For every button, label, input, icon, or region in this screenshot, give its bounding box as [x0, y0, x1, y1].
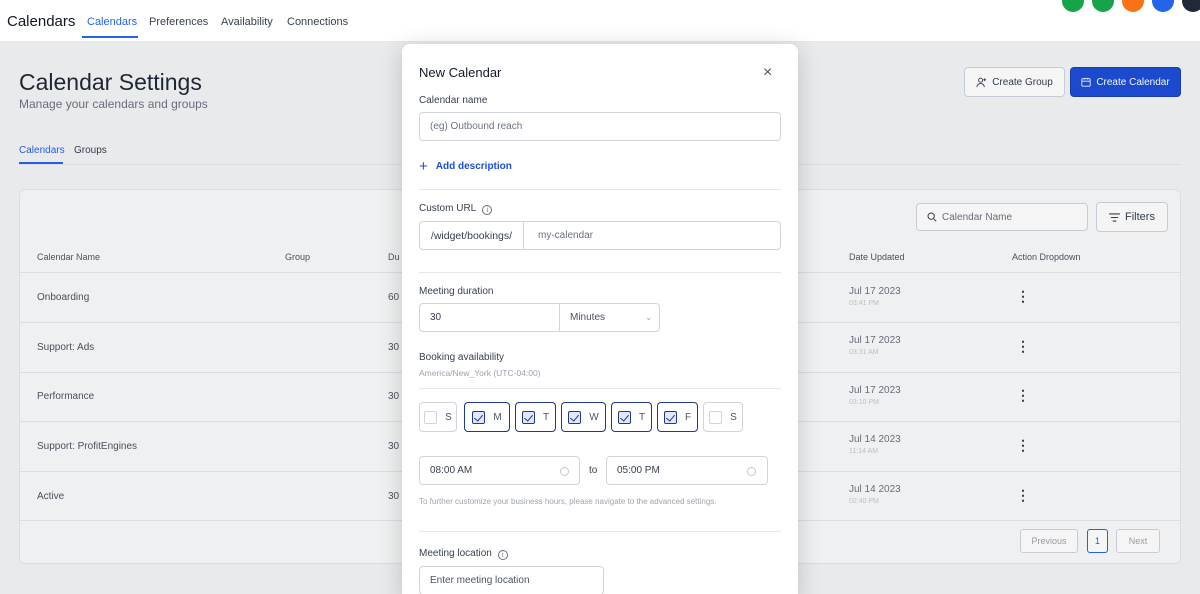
day-toggle-thursday[interactable]: T [611, 402, 652, 432]
section-divider [419, 272, 781, 273]
checkbox [424, 410, 438, 424]
day-letter: W [589, 411, 599, 423]
plus-icon: + [419, 158, 428, 175]
meeting-location-label: Meeting location i [419, 548, 508, 560]
checkbox [709, 410, 723, 424]
day-letter: F [684, 411, 692, 423]
new-calendar-modal: New Calendar × Calendar name (eg) Outbou… [402, 44, 798, 594]
checkbox [521, 410, 535, 424]
app-title: Calendars [7, 13, 76, 30]
duration-label: Meeting duration [419, 286, 494, 297]
calendar-name-label: Calendar name [419, 95, 488, 106]
start-time-value: 08:00 AM [430, 465, 473, 476]
avatar[interactable] [1062, 0, 1084, 12]
tab-connections[interactable]: Connections [287, 16, 348, 28]
day-letter: S [445, 411, 452, 423]
meeting-location-label-text: Meeting location [419, 548, 492, 559]
tab-availability[interactable]: Availability [221, 16, 273, 28]
day-letter: S [730, 411, 737, 423]
calendar-name-input[interactable]: (eg) Outbound reach [419, 112, 781, 141]
end-time-input[interactable]: 05:00 PM [606, 456, 768, 485]
checkbox [617, 410, 631, 424]
checkbox [663, 410, 677, 424]
avatar[interactable] [1122, 0, 1144, 12]
day-toggle-sunday[interactable]: S [419, 402, 457, 432]
timezone-text: America/New_York (UTC-04:00) [419, 368, 541, 378]
advanced-settings-hint: To further customize your business hours… [419, 497, 717, 506]
checkbox [568, 410, 582, 424]
meeting-location-input[interactable]: Enter meeting location [419, 566, 604, 594]
custom-url-label: Custom URL i [419, 203, 493, 215]
to-label: to [589, 465, 598, 476]
modal-title: New Calendar [419, 65, 502, 80]
avatar[interactable] [1182, 0, 1200, 12]
end-time-value: 05:00 PM [617, 465, 660, 476]
duration-unit-select[interactable]: Minutes ⌄ [559, 303, 660, 332]
day-letter: M [493, 411, 502, 423]
active-tab-indicator [82, 36, 138, 38]
booking-availability-label: Booking availability [419, 352, 505, 363]
custom-url-label-text: Custom URL [419, 203, 477, 214]
custom-url-input[interactable]: my-calendar [523, 221, 781, 250]
clock-icon [747, 467, 756, 476]
chevron-down-icon: ⌄ [645, 312, 653, 322]
day-toggle-wednesday[interactable]: W [561, 402, 606, 432]
info-icon[interactable]: i [497, 550, 508, 560]
info-icon[interactable]: i [482, 205, 493, 215]
day-toggle-friday[interactable]: F [657, 402, 698, 432]
add-description-label: Add description [435, 161, 512, 172]
day-toggle-monday[interactable]: M [464, 402, 510, 432]
day-toggle-saturday[interactable]: S [703, 402, 743, 432]
section-divider [419, 388, 781, 389]
duration-input[interactable]: 30 [419, 303, 560, 332]
url-prefix: /widget/bookings/ [419, 221, 524, 250]
add-description-button[interactable]: + Add description [419, 158, 512, 175]
day-letter: T [542, 411, 550, 423]
start-time-input[interactable]: 08:00 AM [419, 456, 580, 485]
top-nav: Calendars Calendars Preferences Availabi… [0, 0, 1200, 42]
clock-icon [560, 467, 569, 476]
close-icon[interactable]: × [763, 65, 772, 81]
checkbox [472, 410, 486, 424]
day-toggle-tuesday[interactable]: T [515, 402, 556, 432]
tab-preferences[interactable]: Preferences [149, 16, 208, 28]
section-divider [419, 531, 781, 532]
section-divider [419, 189, 781, 190]
avatar[interactable] [1092, 0, 1114, 12]
avatar[interactable] [1152, 0, 1174, 12]
day-letter: T [638, 411, 646, 423]
duration-unit-value: Minutes [570, 312, 606, 323]
tab-calendars[interactable]: Calendars [87, 16, 137, 28]
